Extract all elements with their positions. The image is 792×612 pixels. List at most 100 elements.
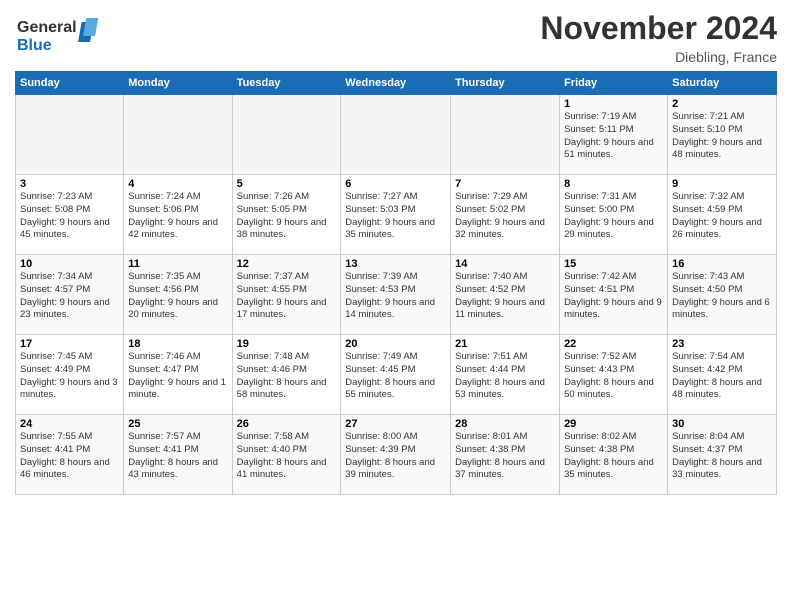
day-cell: 10Sunrise: 7:34 AM Sunset: 4:57 PM Dayli…	[16, 255, 124, 335]
header: General Blue November 2024 Diebling, Fra…	[15, 10, 777, 65]
day-cell: 21Sunrise: 7:51 AM Sunset: 4:44 PM Dayli…	[451, 335, 560, 415]
header-sunday: Sunday	[16, 72, 124, 95]
month-title: November 2024	[540, 10, 777, 47]
day-number: 6	[345, 178, 446, 190]
title-block: November 2024 Diebling, France	[540, 10, 777, 65]
day-info: Sunrise: 7:27 AM Sunset: 5:03 PM Dayligh…	[345, 191, 446, 242]
day-cell: 9Sunrise: 7:32 AM Sunset: 4:59 PM Daylig…	[668, 175, 777, 255]
day-cell: 5Sunrise: 7:26 AM Sunset: 5:05 PM Daylig…	[232, 175, 341, 255]
day-number: 22	[564, 338, 663, 350]
week-row-4: 17Sunrise: 7:45 AM Sunset: 4:49 PM Dayli…	[16, 335, 777, 415]
week-row-2: 3Sunrise: 7:23 AM Sunset: 5:08 PM Daylig…	[16, 175, 777, 255]
day-info: Sunrise: 7:58 AM Sunset: 4:40 PM Dayligh…	[237, 431, 337, 482]
day-cell: 8Sunrise: 7:31 AM Sunset: 5:00 PM Daylig…	[560, 175, 668, 255]
day-info: Sunrise: 7:49 AM Sunset: 4:45 PM Dayligh…	[345, 351, 446, 402]
header-saturday: Saturday	[668, 72, 777, 95]
day-info: Sunrise: 7:29 AM Sunset: 5:02 PM Dayligh…	[455, 191, 555, 242]
day-cell: 2Sunrise: 7:21 AM Sunset: 5:10 PM Daylig…	[668, 95, 777, 175]
day-number: 16	[672, 258, 772, 270]
day-info: Sunrise: 7:26 AM Sunset: 5:05 PM Dayligh…	[237, 191, 337, 242]
day-cell: 28Sunrise: 8:01 AM Sunset: 4:38 PM Dayli…	[451, 415, 560, 495]
day-info: Sunrise: 7:35 AM Sunset: 4:56 PM Dayligh…	[128, 271, 227, 322]
day-number: 12	[237, 258, 337, 270]
logo-block: General Blue	[15, 14, 105, 63]
day-info: Sunrise: 7:32 AM Sunset: 4:59 PM Dayligh…	[672, 191, 772, 242]
day-number: 24	[20, 418, 119, 430]
day-number: 15	[564, 258, 663, 270]
calendar-table: Sunday Monday Tuesday Wednesday Thursday…	[15, 71, 777, 495]
day-number: 14	[455, 258, 555, 270]
week-row-3: 10Sunrise: 7:34 AM Sunset: 4:57 PM Dayli…	[16, 255, 777, 335]
day-cell	[124, 95, 232, 175]
day-info: Sunrise: 7:52 AM Sunset: 4:43 PM Dayligh…	[564, 351, 663, 402]
day-info: Sunrise: 7:19 AM Sunset: 5:11 PM Dayligh…	[564, 111, 663, 162]
day-cell: 15Sunrise: 7:42 AM Sunset: 4:51 PM Dayli…	[560, 255, 668, 335]
day-cell: 25Sunrise: 7:57 AM Sunset: 4:41 PM Dayli…	[124, 415, 232, 495]
day-number: 7	[455, 178, 555, 190]
day-cell: 29Sunrise: 8:02 AM Sunset: 4:38 PM Dayli…	[560, 415, 668, 495]
day-number: 20	[345, 338, 446, 350]
day-number: 2	[672, 98, 772, 110]
day-info: Sunrise: 7:48 AM Sunset: 4:46 PM Dayligh…	[237, 351, 337, 402]
day-number: 13	[345, 258, 446, 270]
day-info: Sunrise: 8:00 AM Sunset: 4:39 PM Dayligh…	[345, 431, 446, 482]
header-friday: Friday	[560, 72, 668, 95]
day-cell: 4Sunrise: 7:24 AM Sunset: 5:06 PM Daylig…	[124, 175, 232, 255]
day-number: 23	[672, 338, 772, 350]
day-info: Sunrise: 7:42 AM Sunset: 4:51 PM Dayligh…	[564, 271, 663, 322]
day-cell: 14Sunrise: 7:40 AM Sunset: 4:52 PM Dayli…	[451, 255, 560, 335]
day-cell: 7Sunrise: 7:29 AM Sunset: 5:02 PM Daylig…	[451, 175, 560, 255]
day-info: Sunrise: 7:23 AM Sunset: 5:08 PM Dayligh…	[20, 191, 119, 242]
day-cell: 30Sunrise: 8:04 AM Sunset: 4:37 PM Dayli…	[668, 415, 777, 495]
logo: General Blue	[15, 14, 105, 63]
day-info: Sunrise: 7:34 AM Sunset: 4:57 PM Dayligh…	[20, 271, 119, 322]
svg-text:Blue: Blue	[17, 37, 52, 54]
day-info: Sunrise: 7:45 AM Sunset: 4:49 PM Dayligh…	[20, 351, 119, 402]
day-cell	[16, 95, 124, 175]
day-info: Sunrise: 7:21 AM Sunset: 5:10 PM Dayligh…	[672, 111, 772, 162]
day-info: Sunrise: 7:51 AM Sunset: 4:44 PM Dayligh…	[455, 351, 555, 402]
day-number: 25	[128, 418, 227, 430]
day-cell: 12Sunrise: 7:37 AM Sunset: 4:55 PM Dayli…	[232, 255, 341, 335]
day-cell: 1Sunrise: 7:19 AM Sunset: 5:11 PM Daylig…	[560, 95, 668, 175]
header-thursday: Thursday	[451, 72, 560, 95]
day-cell	[341, 95, 451, 175]
logo-svg: General Blue	[15, 14, 105, 58]
location: Diebling, France	[540, 49, 777, 65]
day-cell: 18Sunrise: 7:46 AM Sunset: 4:47 PM Dayli…	[124, 335, 232, 415]
day-cell: 23Sunrise: 7:54 AM Sunset: 4:42 PM Dayli…	[668, 335, 777, 415]
day-info: Sunrise: 7:24 AM Sunset: 5:06 PM Dayligh…	[128, 191, 227, 242]
header-tuesday: Tuesday	[232, 72, 341, 95]
day-number: 4	[128, 178, 227, 190]
day-info: Sunrise: 8:01 AM Sunset: 4:38 PM Dayligh…	[455, 431, 555, 482]
day-number: 8	[564, 178, 663, 190]
day-cell: 24Sunrise: 7:55 AM Sunset: 4:41 PM Dayli…	[16, 415, 124, 495]
day-cell: 22Sunrise: 7:52 AM Sunset: 4:43 PM Dayli…	[560, 335, 668, 415]
day-info: Sunrise: 7:46 AM Sunset: 4:47 PM Dayligh…	[128, 351, 227, 402]
day-number: 29	[564, 418, 663, 430]
day-number: 17	[20, 338, 119, 350]
day-number: 10	[20, 258, 119, 270]
day-info: Sunrise: 7:43 AM Sunset: 4:50 PM Dayligh…	[672, 271, 772, 322]
day-cell	[232, 95, 341, 175]
week-row-5: 24Sunrise: 7:55 AM Sunset: 4:41 PM Dayli…	[16, 415, 777, 495]
day-number: 9	[672, 178, 772, 190]
day-cell: 16Sunrise: 7:43 AM Sunset: 4:50 PM Dayli…	[668, 255, 777, 335]
day-cell	[451, 95, 560, 175]
day-number: 11	[128, 258, 227, 270]
day-cell: 6Sunrise: 7:27 AM Sunset: 5:03 PM Daylig…	[341, 175, 451, 255]
day-cell: 17Sunrise: 7:45 AM Sunset: 4:49 PM Dayli…	[16, 335, 124, 415]
day-number: 27	[345, 418, 446, 430]
svg-text:General: General	[17, 19, 77, 36]
day-info: Sunrise: 7:37 AM Sunset: 4:55 PM Dayligh…	[237, 271, 337, 322]
page: General Blue November 2024 Diebling, Fra…	[0, 0, 792, 612]
day-cell: 19Sunrise: 7:48 AM Sunset: 4:46 PM Dayli…	[232, 335, 341, 415]
weekday-header-row: Sunday Monday Tuesday Wednesday Thursday…	[16, 72, 777, 95]
day-number: 21	[455, 338, 555, 350]
day-info: Sunrise: 8:04 AM Sunset: 4:37 PM Dayligh…	[672, 431, 772, 482]
day-number: 19	[237, 338, 337, 350]
day-number: 26	[237, 418, 337, 430]
day-info: Sunrise: 7:39 AM Sunset: 4:53 PM Dayligh…	[345, 271, 446, 322]
day-cell: 13Sunrise: 7:39 AM Sunset: 4:53 PM Dayli…	[341, 255, 451, 335]
day-info: Sunrise: 7:57 AM Sunset: 4:41 PM Dayligh…	[128, 431, 227, 482]
